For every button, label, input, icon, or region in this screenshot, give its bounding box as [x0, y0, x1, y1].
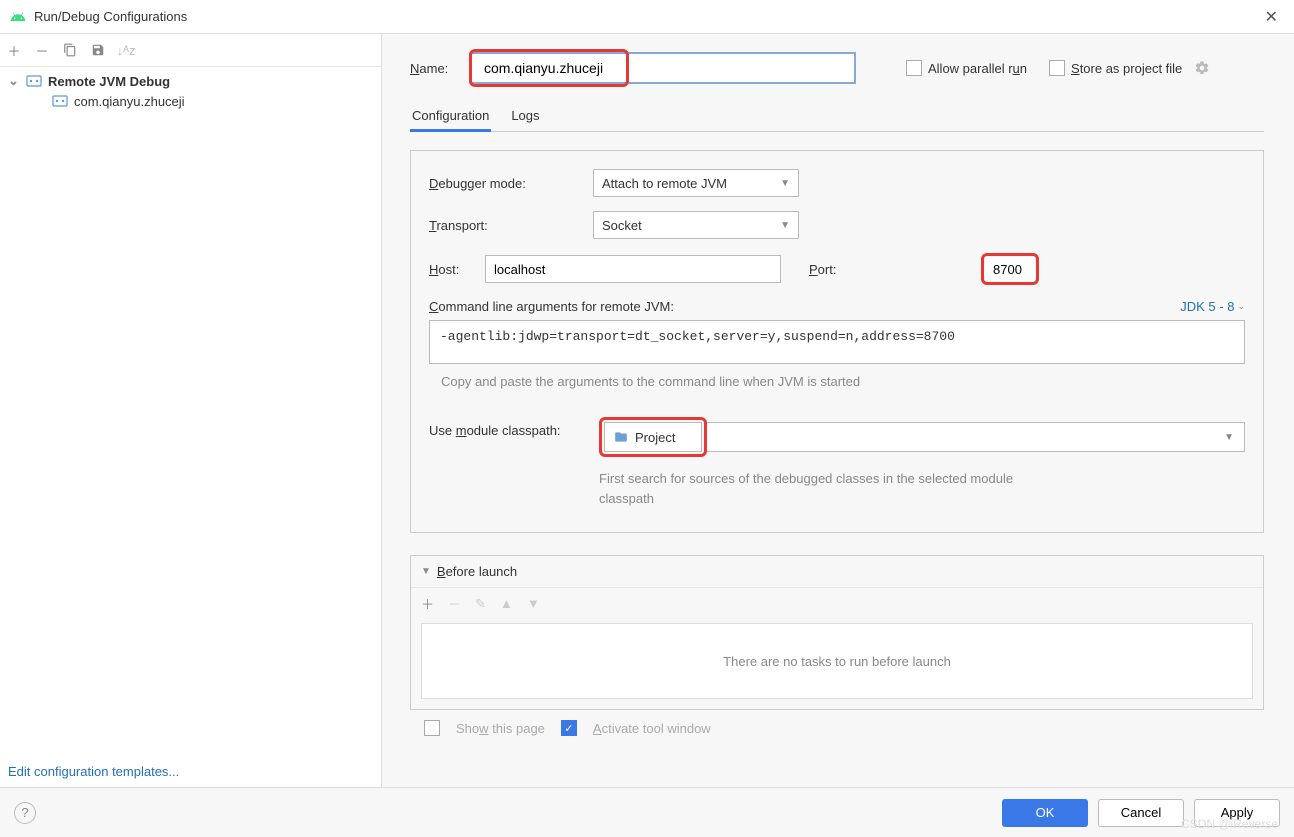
- sidebar: ＋ － ↓ᴬᴢ ⌄ Remote JVM Debug com.qianyu.zh…: [0, 34, 382, 787]
- sort-icon[interactable]: ↓ᴬᴢ: [118, 42, 134, 58]
- port-label: Port:: [809, 262, 973, 277]
- remote-debug-icon: [52, 93, 68, 109]
- remote-debug-icon: [26, 73, 42, 89]
- down-icon: ▼: [527, 596, 540, 611]
- chevron-down-icon: ▼: [780, 178, 790, 189]
- tree-root-remote-jvm[interactable]: ⌄ Remote JVM Debug: [0, 71, 381, 91]
- tree-item-config[interactable]: com.qianyu.zhuceji: [0, 91, 381, 111]
- window-title: Run/Debug Configurations: [34, 9, 1259, 24]
- before-launch-title: Before launch: [437, 564, 517, 579]
- module-classpath-label: Use module classpath:: [429, 417, 599, 438]
- remove-icon[interactable]: －: [34, 42, 50, 58]
- up-icon: ▲: [500, 596, 513, 611]
- sidebar-toolbar: ＋ － ↓ᴬᴢ: [0, 34, 381, 67]
- activate-window-checkbox[interactable]: ✓: [561, 720, 577, 736]
- name-input[interactable]: [474, 54, 624, 82]
- chevron-down-icon: ▼: [1224, 432, 1234, 443]
- tree-item-label: com.qianyu.zhuceji: [74, 94, 185, 109]
- close-icon[interactable]: ✕: [1259, 7, 1284, 27]
- port-input[interactable]: [985, 257, 1035, 281]
- tab-configuration[interactable]: Configuration: [410, 102, 491, 132]
- cancel-button[interactable]: Cancel: [1098, 799, 1184, 827]
- transport-select[interactable]: Socket ▼: [593, 211, 799, 239]
- bottom-checks: Show this page ✓ Activate tool window: [410, 710, 1264, 736]
- name-row: Name: Allow parallel run Store as projec…: [410, 52, 1264, 84]
- before-launch-toolbar: ＋ － ✎ ▲ ▼: [411, 587, 1263, 619]
- add-icon[interactable]: ＋: [421, 594, 434, 613]
- add-icon[interactable]: ＋: [6, 42, 22, 58]
- allow-parallel-checkbox[interactable]: [906, 60, 922, 76]
- config-tree: ⌄ Remote JVM Debug com.qianyu.zhuceji: [0, 67, 381, 756]
- cmdline-label: Command line arguments for remote JVM:: [429, 299, 674, 314]
- name-label: Name:: [410, 61, 470, 76]
- jdk-version-link[interactable]: JDK 5 - 8⌄: [1180, 299, 1245, 314]
- ok-button[interactable]: OK: [1002, 799, 1088, 827]
- before-launch-header[interactable]: ▼ Before launch: [411, 556, 1263, 587]
- debugger-mode-value: Attach to remote JVM: [602, 176, 727, 191]
- edit-icon: ✎: [475, 596, 486, 612]
- gear-icon[interactable]: [1194, 60, 1210, 76]
- tab-logs[interactable]: Logs: [509, 102, 541, 131]
- debugger-mode-label: Debugger mode:: [429, 176, 593, 191]
- chevron-down-icon: ⌄: [8, 73, 20, 89]
- transport-value: Socket: [602, 218, 642, 233]
- edit-templates-link[interactable]: Edit configuration templates...: [0, 756, 381, 787]
- module-classpath-select[interactable]: Project: [604, 422, 702, 452]
- chevron-down-icon: ▼: [421, 566, 431, 577]
- apply-button[interactable]: Apply: [1194, 799, 1280, 827]
- store-project-checkbox[interactable]: [1049, 60, 1065, 76]
- folder-icon: [613, 430, 629, 444]
- debugger-mode-select[interactable]: Attach to remote JVM ▼: [593, 169, 799, 197]
- content-panel: Name: Allow parallel run Store as projec…: [382, 34, 1294, 787]
- save-icon[interactable]: [90, 42, 106, 58]
- module-value: Project: [635, 430, 675, 445]
- transport-label: Transport:: [429, 218, 593, 233]
- activate-window-label: Activate tool window: [593, 721, 711, 736]
- titlebar: Run/Debug Configurations ✕: [0, 0, 1294, 34]
- show-page-label: Show this page: [456, 721, 545, 736]
- before-launch-empty: There are no tasks to run before launch: [421, 623, 1253, 699]
- chevron-down-icon: ▼: [780, 220, 790, 231]
- config-panel: Debugger mode: Attach to remote JVM ▼ Tr…: [410, 150, 1264, 533]
- cmdline-arguments[interactable]: -agentlib:jdwp=transport=dt_socket,serve…: [429, 320, 1245, 364]
- tree-root-label: Remote JVM Debug: [48, 74, 170, 89]
- copy-icon[interactable]: [62, 42, 78, 58]
- tabs: Configuration Logs: [410, 102, 1264, 132]
- remove-icon: －: [448, 594, 461, 613]
- help-icon[interactable]: ?: [14, 802, 36, 824]
- store-project-label: Store as project file: [1071, 61, 1182, 76]
- module-hint: First search for sources of the debugged…: [599, 469, 1039, 508]
- footer: ? OK Cancel Apply: [0, 787, 1294, 837]
- before-launch-panel: ▼ Before launch ＋ － ✎ ▲ ▼ There are no t…: [410, 555, 1264, 710]
- host-input[interactable]: [485, 255, 781, 283]
- show-page-checkbox[interactable]: [424, 720, 440, 736]
- host-label: Host:: [429, 262, 485, 277]
- android-icon: [10, 9, 26, 25]
- module-classpath-select-extend[interactable]: ▼: [707, 422, 1245, 452]
- chevron-down-icon: ⌄: [1237, 301, 1245, 312]
- allow-parallel-label: Allow parallel run: [928, 61, 1027, 76]
- cmdline-hint: Copy and paste the arguments to the comm…: [429, 374, 1245, 389]
